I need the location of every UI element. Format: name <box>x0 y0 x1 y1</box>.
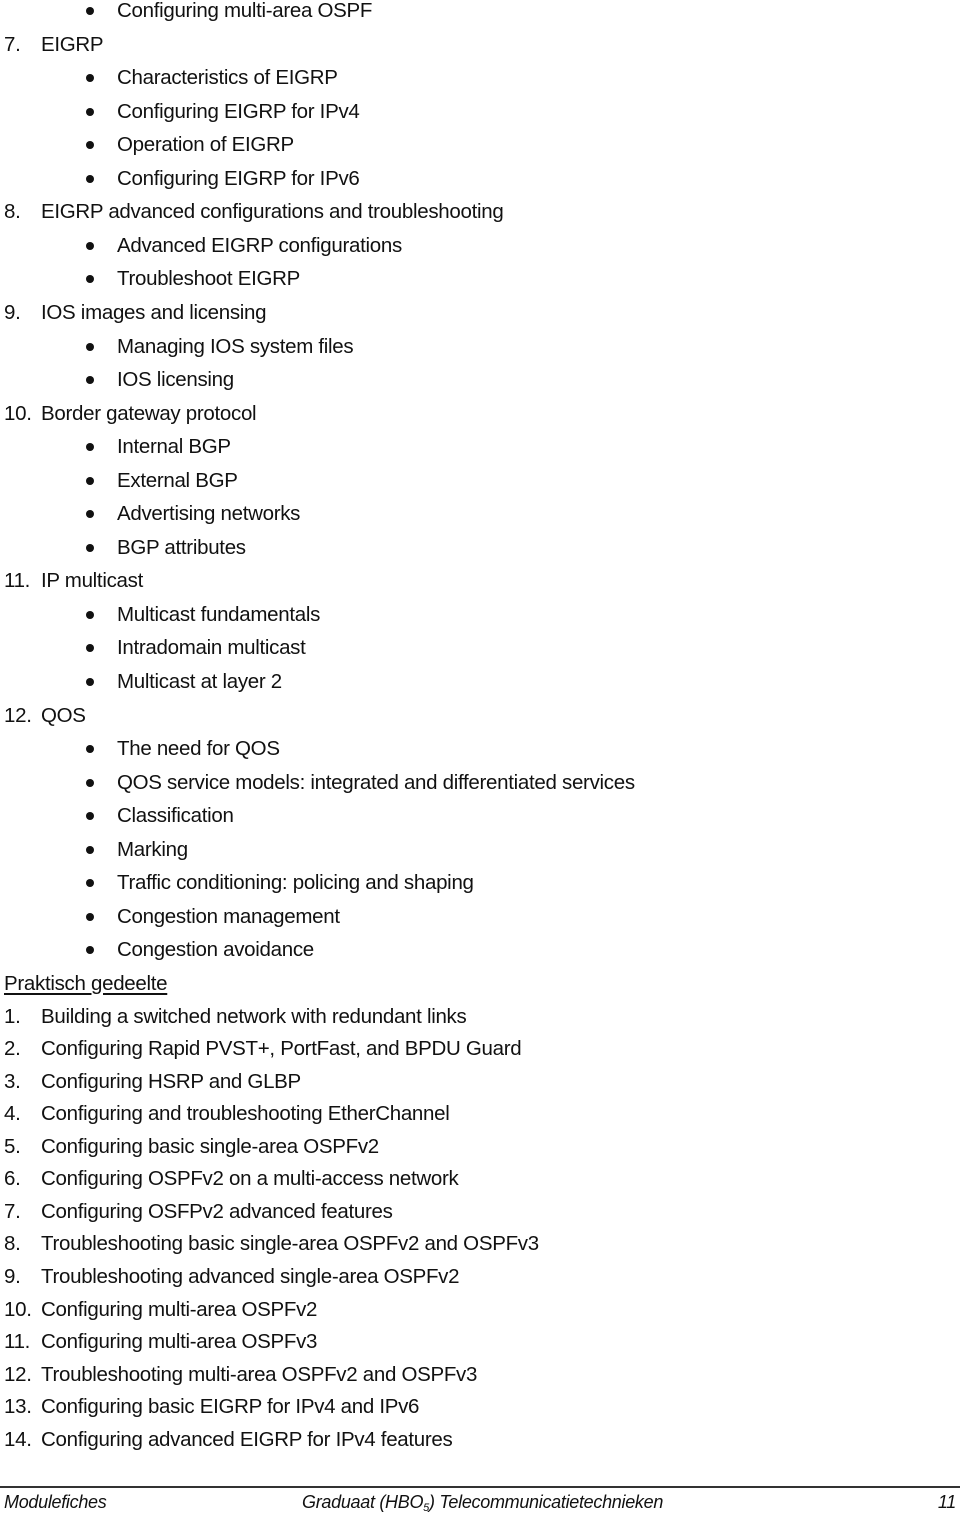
bullet-icon <box>86 443 94 452</box>
bullet-text: Multicast fundamentals <box>117 602 321 626</box>
bullet-text: BGP attributes <box>117 535 246 559</box>
item-number: 4. <box>4 1102 21 1126</box>
bullet-text: Troubleshoot EIGRP <box>117 267 300 291</box>
bullet-icon <box>86 510 94 519</box>
item-number: 5. <box>4 1134 21 1158</box>
bullet-icon <box>86 107 94 116</box>
item-text: Configuring and troubleshooting EtherCha… <box>41 1102 450 1126</box>
bullet-icon <box>86 812 94 821</box>
bullet-text: Configuring EIGRP for IPv4 <box>117 99 360 123</box>
item-text: Configuring basic EIGRP for IPv4 and IPv… <box>41 1395 420 1419</box>
bullet-text: Traffic conditioning: policing and shapi… <box>117 871 474 895</box>
bullet-icon <box>86 275 94 284</box>
footer-center-suffix: ) Telecommunicatietechnieken <box>428 1492 664 1512</box>
section-title: IP multicast <box>41 569 143 593</box>
bullet-text: Characteristics of EIGRP <box>117 66 338 90</box>
item-text: Configuring multi-area OSPFv3 <box>41 1330 318 1354</box>
footer-center-prefix: Graduaat (HBO <box>302 1492 424 1512</box>
practical-heading: Praktisch gedeelte <box>4 971 168 995</box>
bullet-text: External BGP <box>117 468 238 492</box>
item-text: Configuring OSPFv2 on a multi-access net… <box>41 1167 459 1191</box>
item-text: Configuring HSRP and GLBP <box>41 1069 301 1093</box>
bullet-icon <box>86 141 94 150</box>
bullet-text: Internal BGP <box>117 435 231 459</box>
bullet-text: Classification <box>117 804 234 828</box>
item-text: Configuring OSFPv2 advanced features <box>41 1199 393 1223</box>
item-text: Troubleshooting advanced single-area OSP… <box>41 1265 460 1288</box>
footer-divider <box>0 1486 960 1488</box>
bullet-icon <box>86 74 94 83</box>
item-number: 1. <box>4 1004 21 1028</box>
section-title: EIGRP <box>41 32 104 56</box>
bullet-icon <box>86 778 94 787</box>
item-text: Configuring advanced EIGRP for IPv4 feat… <box>41 1427 453 1451</box>
item-number: 6. <box>4 1167 21 1191</box>
page-number: 11 <box>937 1492 956 1512</box>
bullet-icon <box>86 543 94 552</box>
bullet-text: Advanced EIGRP configurations <box>117 233 402 257</box>
section-number: 11. <box>4 569 31 593</box>
section-number: 12. <box>4 703 32 727</box>
bullet-text: Operation of EIGRP <box>117 133 294 157</box>
bullet-text: Congestion avoidance <box>117 938 314 962</box>
item-number: 12. <box>4 1362 32 1386</box>
section-number: 10. <box>4 401 32 425</box>
bullet-icon <box>86 946 94 955</box>
bullet-icon <box>86 678 94 686</box>
bullet-text: Configuring EIGRP for IPv6 <box>117 166 360 190</box>
bullet-text: Advertising networks <box>117 502 301 526</box>
bullet-text: Marking <box>117 837 188 861</box>
bullet-icon <box>86 879 94 888</box>
section-title: IOS images and licensing <box>41 300 267 324</box>
bullet-icon <box>86 174 94 183</box>
item-text: Configuring basic single-area OSPFv2 <box>41 1134 379 1158</box>
bullet-icon <box>86 241 94 250</box>
item-number: 3. <box>4 1069 21 1093</box>
bullet-text: QOS service models: integrated and diffe… <box>117 770 635 794</box>
footer-left: Modulefiches <box>4 1492 107 1512</box>
bullet-text: Configuring multi-area OSPF <box>117 0 373 22</box>
item-text: Configuring Rapid PVST+, PortFast, and B… <box>41 1037 522 1061</box>
bullet-text: Multicast at layer 2 <box>117 670 282 693</box>
item-text: Troubleshooting basic single-area OSPFv2… <box>41 1232 539 1256</box>
item-number: 7. <box>4 1199 21 1223</box>
bullet-icon <box>86 476 94 485</box>
footer-center: Graduaat (HBO5) Telecommunicatietechniek… <box>302 1490 663 1514</box>
bullet-text: Congestion management <box>117 904 340 928</box>
bullet-text: Managing IOS system files <box>117 334 354 358</box>
bullet-text: IOS licensing <box>117 368 234 392</box>
bullet-icon <box>86 644 94 653</box>
bullet-icon <box>86 745 94 754</box>
item-number: 11. <box>4 1330 31 1354</box>
item-number: 13. <box>4 1395 32 1419</box>
item-number: 8. <box>4 1232 21 1256</box>
bullet-icon <box>86 7 94 15</box>
bullet-icon <box>86 912 94 921</box>
section-title: Border gateway protocol <box>41 401 257 425</box>
bullet-text: Intradomain multicast <box>117 636 306 660</box>
item-number: 10. <box>4 1297 32 1321</box>
section-number: 8. <box>4 200 21 224</box>
bullet-icon <box>86 342 94 351</box>
item-text: Troubleshooting multi-area OSPFv2 and OS… <box>41 1362 478 1386</box>
bullet-icon <box>86 845 94 854</box>
bullet-icon <box>86 376 94 385</box>
section-number: 7. <box>4 32 21 56</box>
section-title: EIGRP advanced configurations and troubl… <box>41 200 504 224</box>
section-number: 9. <box>4 300 21 324</box>
bullet-text: The need for QOS <box>117 737 280 761</box>
bullet-icon <box>86 610 94 619</box>
item-number: 2. <box>4 1037 21 1061</box>
item-text: Building a switched network with redunda… <box>41 1004 467 1028</box>
section-title: QOS <box>41 703 86 727</box>
item-number: 9. <box>4 1265 21 1288</box>
item-number: 14. <box>4 1427 32 1451</box>
item-text: Configuring multi-area OSPFv2 <box>41 1297 318 1321</box>
